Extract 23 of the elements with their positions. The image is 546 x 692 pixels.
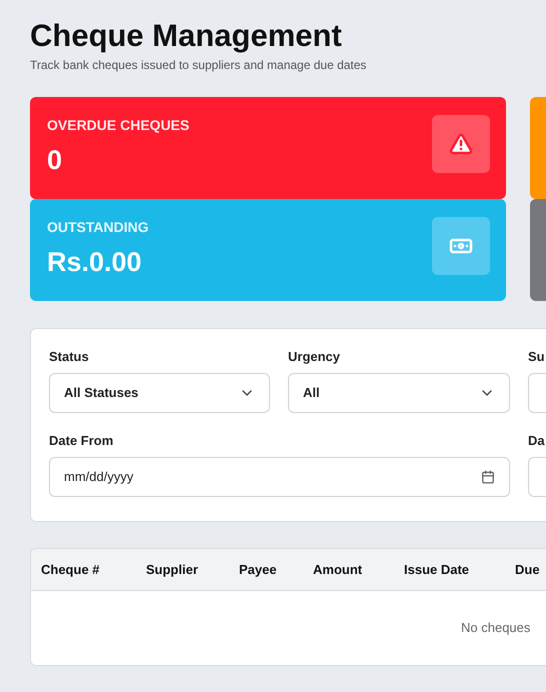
filter-label: Su <box>528 348 546 366</box>
stat-label: OUTSTANDING <box>47 218 149 236</box>
select-field[interactable]: All <box>288 373 510 413</box>
date-field[interactable]: mm/dd/yyyy <box>49 457 510 497</box>
column-header: Cheque # <box>41 562 100 576</box>
filter-label: Date From <box>49 432 114 450</box>
column-header: Due <box>515 562 540 576</box>
page-title: Cheque Management <box>30 18 343 54</box>
select-field[interactable]: All Statuses <box>49 373 270 413</box>
filter-label: Status <box>49 348 90 366</box>
page-subtitle: Track bank cheques issued to suppliers and manage due dates <box>30 57 368 73</box>
column-header: Payee <box>239 562 277 576</box>
calendar-icon <box>481 470 495 484</box>
column-header: Amount <box>313 562 362 576</box>
filter-label: Da <box>528 432 546 450</box>
filter-label: Urgency <box>288 348 342 366</box>
stat-value: Rs.0.00 <box>47 246 143 279</box>
empty-message: No cheques <box>461 619 530 638</box>
warning-icon <box>449 132 473 156</box>
stat-value: 0 <box>47 144 64 177</box>
stat-label: OVERDUE CHEQUES <box>47 116 190 134</box>
column-header: Issue Date <box>404 562 470 576</box>
column-header: Supplier <box>146 562 198 576</box>
